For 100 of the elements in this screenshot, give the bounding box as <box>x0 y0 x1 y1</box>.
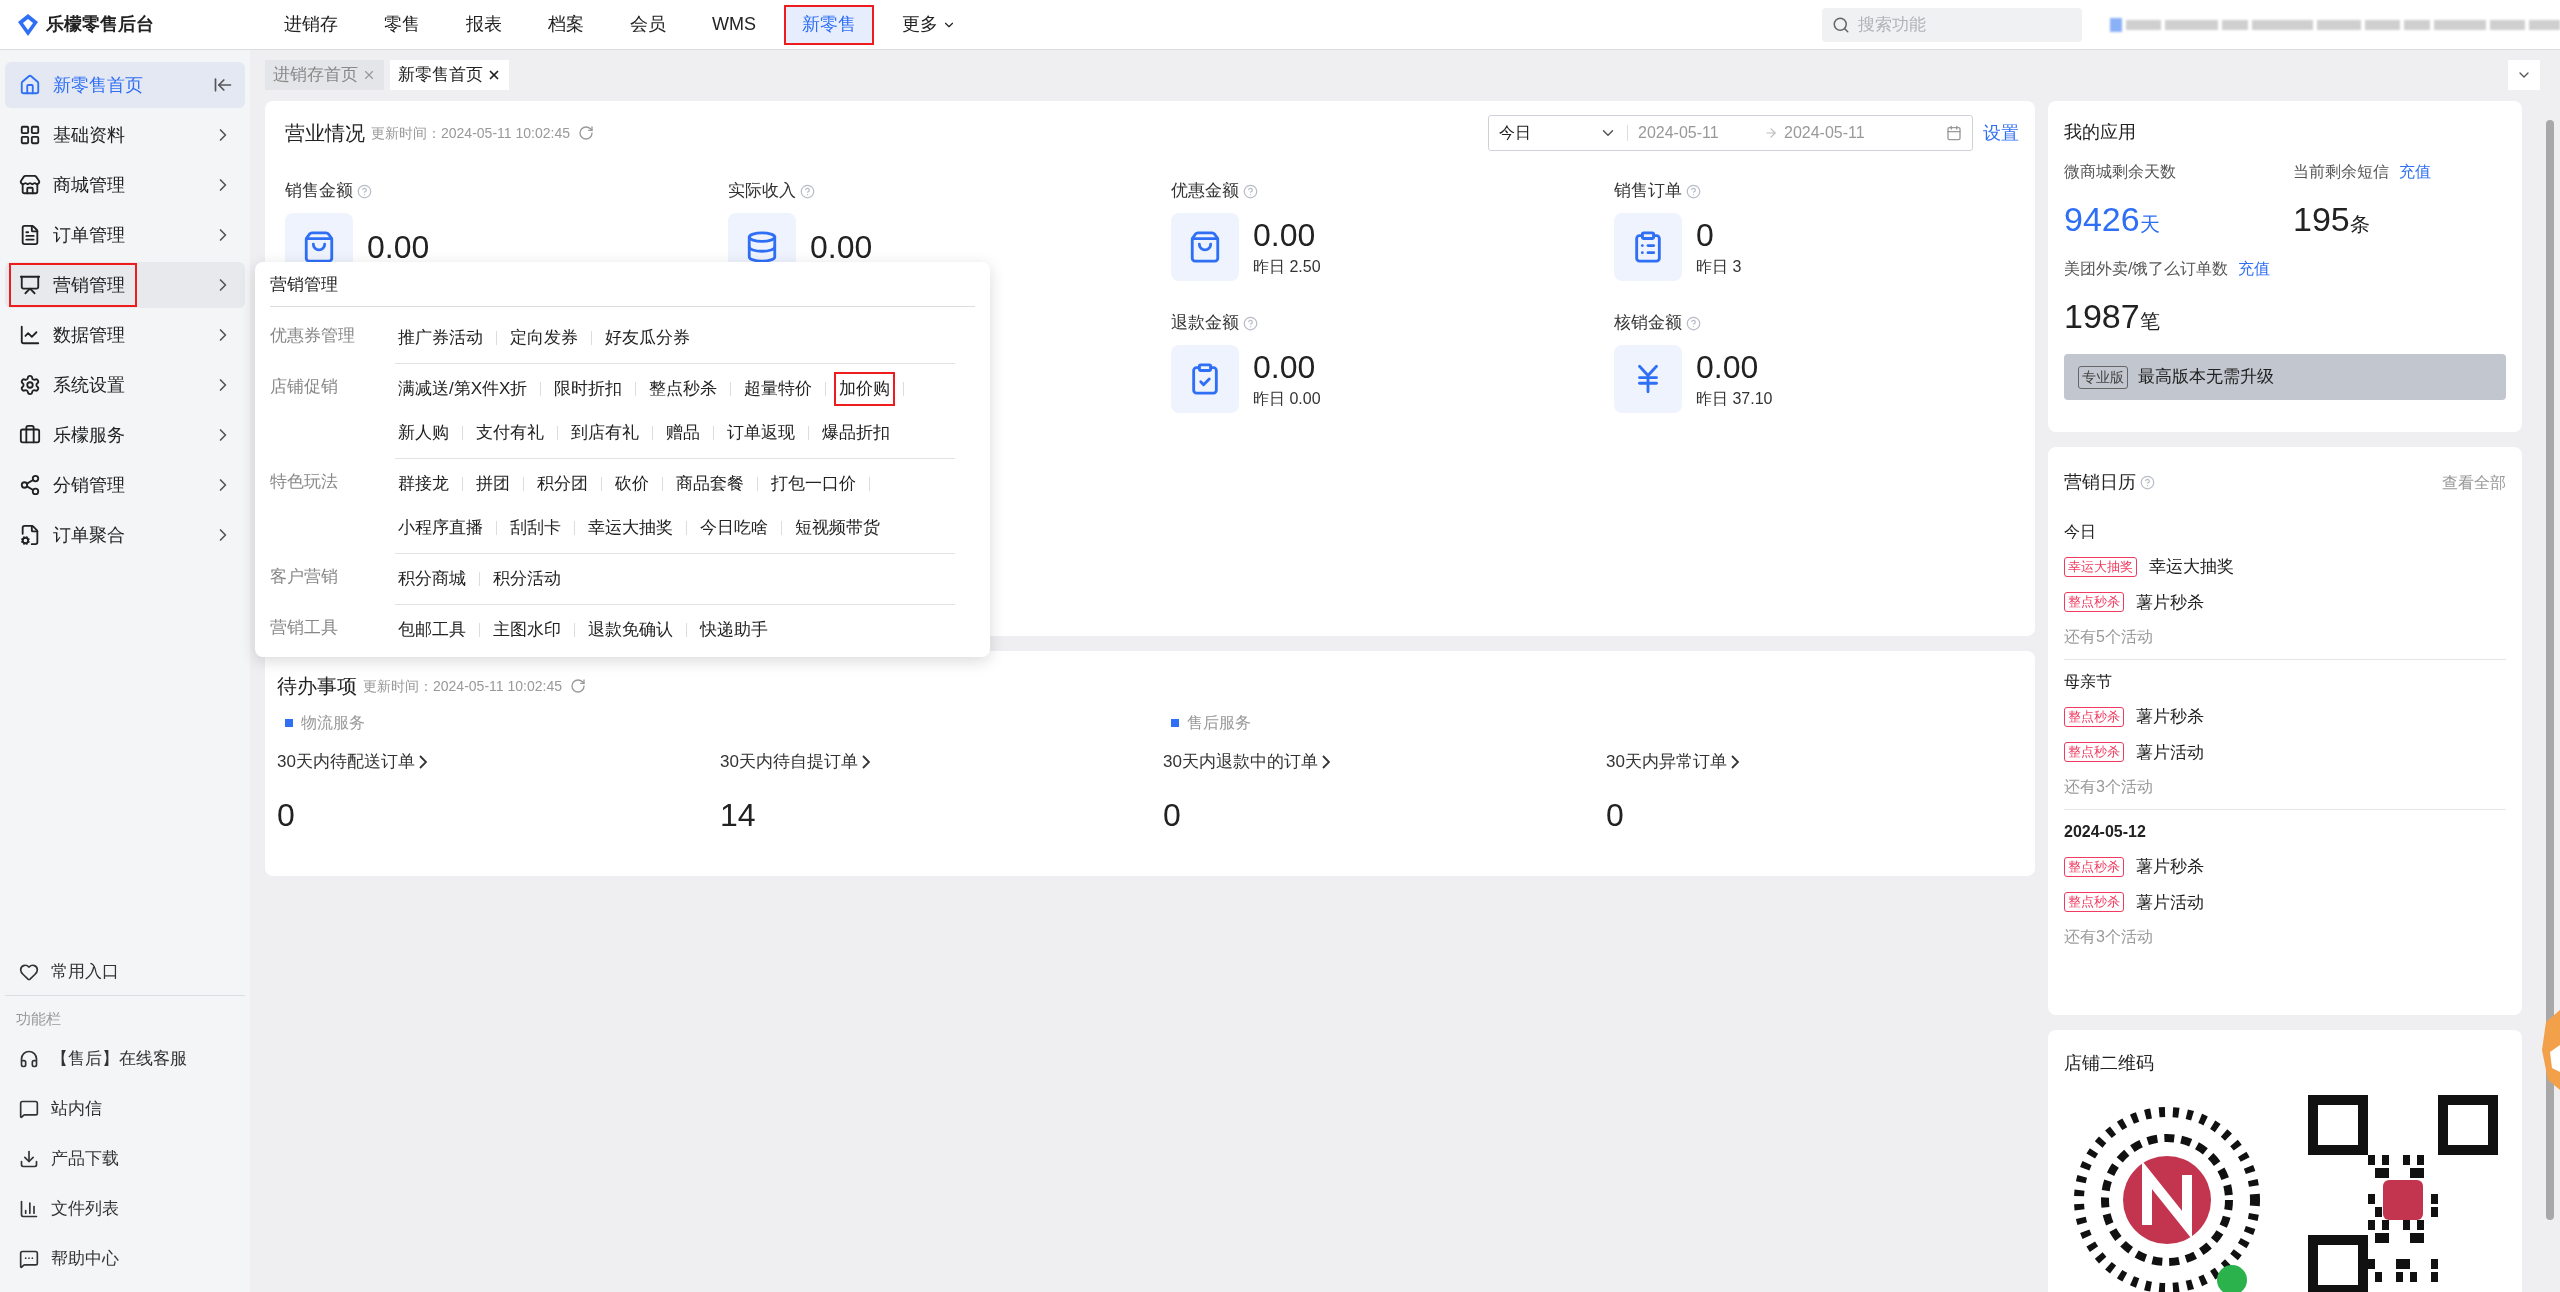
search-field[interactable]: 搜索功能 <box>1822 7 2082 42</box>
help-icon <box>1243 183 1258 199</box>
day-title: 2024-05-12 <box>2064 822 2147 842</box>
menu-link[interactable]: 超量特价 <box>741 373 816 404</box>
sidebar-item[interactable]: 商城管理 <box>5 162 245 208</box>
sidebar-item[interactable]: 站内信 <box>5 1086 245 1132</box>
sidebar-item[interactable]: 乐檬服务 <box>5 412 245 458</box>
sidebar-item[interactable]: 新零售首页 <box>5 62 245 108</box>
yesterday-value: 昨日 0.00 <box>1253 389 1321 409</box>
menu-link[interactable]: 今日吃啥 <box>697 512 771 543</box>
menu-section-label: 特色玩法 <box>270 470 339 493</box>
sidebar-item[interactable]: 系统设置 <box>5 362 245 408</box>
menu-link[interactable]: 主图水印 <box>490 614 564 645</box>
menu-link[interactable]: 打包一口价 <box>768 468 859 499</box>
sidebar-item[interactable]: 常用入口 <box>5 949 245 996</box>
task-link[interactable]: 30天内待自提订单 <box>720 749 1163 775</box>
top-nav-tab[interactable]: 报表 <box>450 6 518 43</box>
task-count: 0 <box>1163 795 1182 835</box>
sidebar-item[interactable]: 营销管理 <box>5 262 245 308</box>
top-nav-tab[interactable]: 进销存 <box>268 6 354 43</box>
settings-link[interactable]: 设置 <box>1983 119 2019 147</box>
collapse-icon <box>213 75 233 95</box>
top-nav-tab[interactable]: 档案 <box>532 6 600 43</box>
update-time: 更新时间：2024-05-11 10:02:45 <box>371 123 570 143</box>
menu-link[interactable]: 积分活动 <box>490 563 564 594</box>
section-title: 营业情况 <box>285 121 365 146</box>
sidebar-item[interactable]: 基础资料 <box>5 112 245 158</box>
menu-link[interactable]: 包邮工具 <box>395 614 469 645</box>
menu-link[interactable]: 积分商城 <box>395 563 469 594</box>
menu-link[interactable]: 快递助手 <box>697 614 771 645</box>
sidebar-item[interactable]: 分销管理 <box>5 462 245 508</box>
menu-link[interactable]: 加价购 <box>836 373 894 404</box>
stat-value: 0.00 <box>810 228 873 267</box>
menu-link[interactable]: 新人购 <box>395 417 452 448</box>
recharge-link[interactable]: 充值 <box>2399 160 2431 184</box>
menu-link[interactable]: 订单返现 <box>724 417 798 448</box>
menu-link[interactable]: 拼团 <box>473 468 513 499</box>
menu-link[interactable]: 刮刮卡 <box>507 512 564 543</box>
menu-link[interactable]: 小程序直播 <box>395 512 486 543</box>
calendar-icon <box>1946 125 1962 141</box>
menu-link[interactable]: 好友瓜分券 <box>602 322 693 353</box>
sidebar-item[interactable]: 订单管理 <box>5 212 245 258</box>
menu-link[interactable]: 短视频带货 <box>792 512 883 543</box>
popup-title: 营销管理 <box>270 275 338 294</box>
close-icon <box>487 68 501 82</box>
sidebar-item[interactable]: 产品下载 <box>5 1136 245 1182</box>
event-tag: 整点秒杀 <box>2064 592 2124 613</box>
sidebar-item[interactable]: 数据管理 <box>5 312 245 358</box>
menu-link[interactable]: 爆品折扣 <box>819 417 893 448</box>
section-label: 功能栏 <box>15 1008 62 1029</box>
task-count: 0 <box>277 795 296 835</box>
chevron-right-icon <box>1730 754 1739 769</box>
top-nav-tab[interactable]: 零售 <box>368 6 436 43</box>
task-link[interactable]: 30天内退款中的订单 <box>1163 749 1606 775</box>
menu-link[interactable]: 支付有礼 <box>473 417 547 448</box>
menu-link[interactable]: 定向发券 <box>507 322 581 353</box>
menu-link[interactable]: 退款免确认 <box>585 614 676 645</box>
top-nav-tab[interactable]: 更多 <box>886 6 972 43</box>
scrollbar[interactable] <box>2546 120 2554 1220</box>
metric-value: 195条 <box>2293 199 2371 240</box>
page-tab[interactable]: 新零售首页 <box>390 60 509 90</box>
search-icon <box>1832 15 1850 34</box>
menu-link[interactable]: 幸运大抽奖 <box>585 512 676 543</box>
date-range-picker[interactable]: 今日 2024-05-11 2024-05-11 <box>1488 115 1973 151</box>
stat-label: 销售订单 <box>1614 180 1682 203</box>
sidebar-item[interactable]: 帮助中心 <box>5 1236 245 1282</box>
chevron-right-icon <box>861 754 870 769</box>
sidebar-item[interactable]: 【售后】在线客服 <box>5 1036 245 1082</box>
more-events: 还有5个活动 <box>2064 627 2154 647</box>
menu-link[interactable]: 商品套餐 <box>673 468 747 499</box>
help-icon <box>800 183 815 199</box>
recharge-link[interactable]: 充值 <box>2238 257 2271 281</box>
stat-value: 0.00 <box>367 228 430 267</box>
event-tag: 整点秒杀 <box>2064 706 2124 727</box>
store-icon <box>19 174 41 196</box>
stat-value: 0.00 <box>1696 348 1760 387</box>
menu-link[interactable]: 限时折扣 <box>551 373 626 404</box>
task-link[interactable]: 30天内异常订单 <box>1606 749 2049 775</box>
task-count: 0 <box>1606 795 1625 835</box>
top-nav-tab[interactable]: 会员 <box>614 6 682 43</box>
menu-link[interactable]: 积分团 <box>534 468 591 499</box>
menu-link[interactable]: 满减送/第X件X折 <box>395 373 531 404</box>
menu-link[interactable]: 赠品 <box>663 417 703 448</box>
task-link[interactable]: 30天内待配送订单 <box>277 749 720 775</box>
help-icon <box>1686 315 1701 331</box>
tabs-dropdown-button[interactable] <box>2508 60 2540 90</box>
event-tag: 整点秒杀 <box>2064 742 2124 763</box>
menu-link[interactable]: 砍价 <box>612 468 652 499</box>
heart-icon <box>19 962 39 982</box>
menu-link[interactable]: 到店有礼 <box>568 417 642 448</box>
menu-link[interactable]: 群接龙 <box>395 468 452 499</box>
sidebar-item[interactable]: 文件列表 <box>5 1186 245 1232</box>
top-nav-tab[interactable]: 新零售 <box>786 6 872 43</box>
sidebar-item[interactable]: 订单聚合 <box>5 512 245 558</box>
menu-link[interactable]: 推广券活动 <box>395 322 486 353</box>
menu-link[interactable]: 整点秒杀 <box>646 373 721 404</box>
more-events: 还有3个活动 <box>2064 927 2154 947</box>
card-title: 营销日历 <box>2064 471 2136 494</box>
stat-label: 实际收入 <box>728 180 796 203</box>
top-nav-tab[interactable]: WMS <box>696 6 772 43</box>
